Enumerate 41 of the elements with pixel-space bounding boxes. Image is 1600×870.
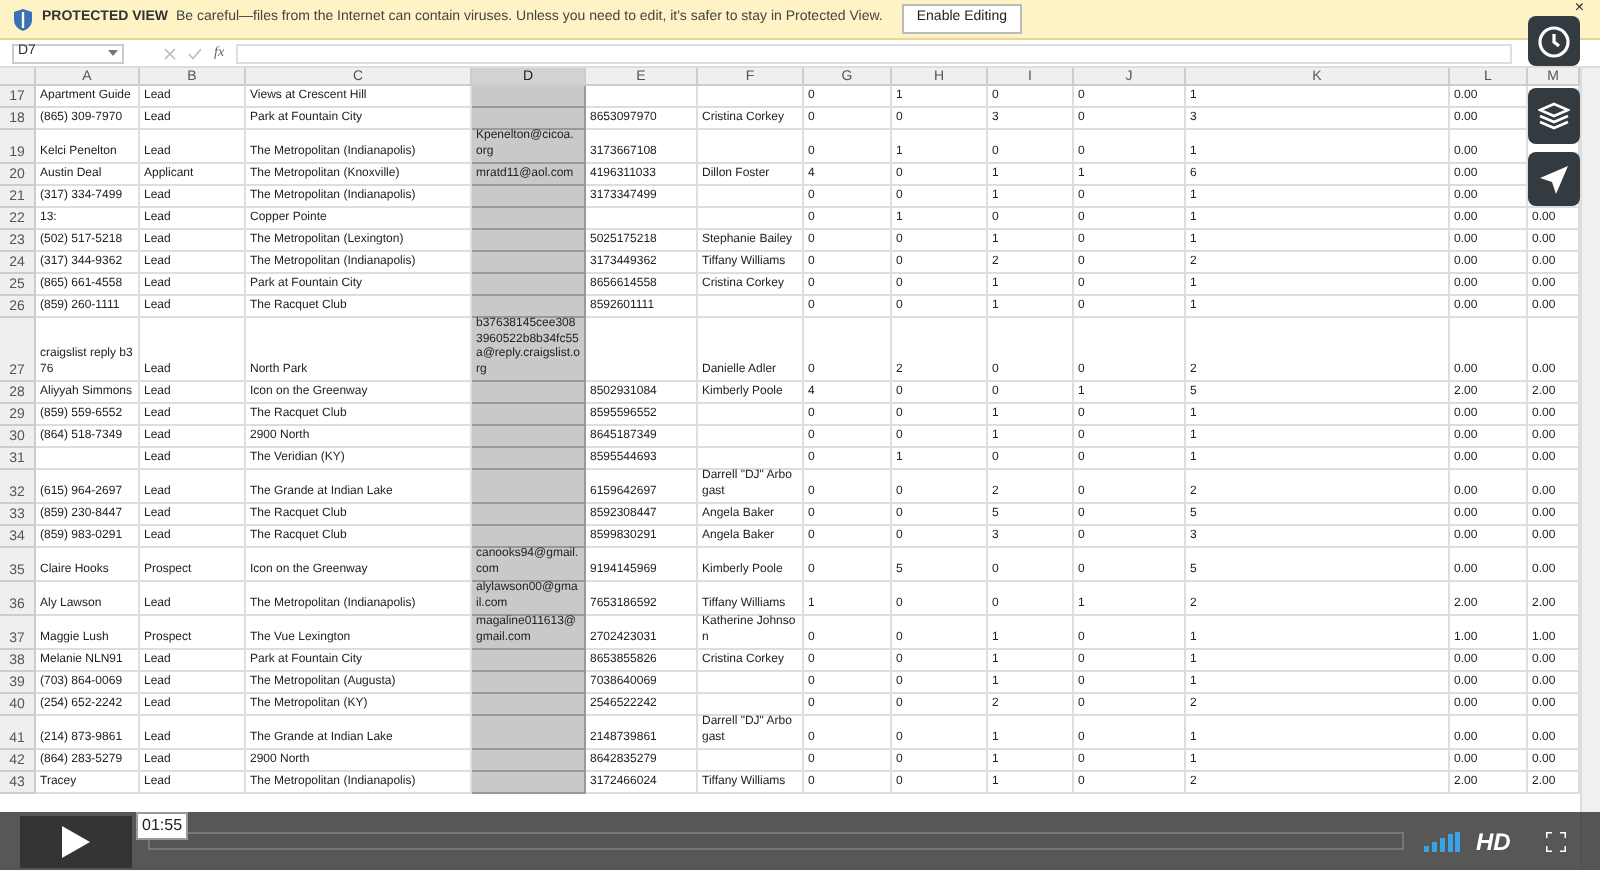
table-cell[interactable]	[472, 382, 586, 404]
time-tooltip: 01:55	[136, 812, 189, 840]
progress-track[interactable]	[148, 832, 1404, 850]
table-cell[interactable]	[472, 772, 586, 794]
caret-icon	[108, 50, 118, 56]
table-cell[interactable]	[472, 252, 586, 274]
table-cell[interactable]	[472, 426, 586, 448]
check-icon[interactable]	[188, 47, 202, 59]
table-cell[interactable]	[472, 274, 586, 296]
table-cell[interactable]	[472, 208, 586, 230]
close-button[interactable]: ×	[1574, 0, 1584, 14]
table-cell[interactable]	[472, 404, 586, 426]
table-cell[interactable]	[472, 230, 586, 252]
table-cell[interactable]	[472, 750, 586, 772]
hd-toggle[interactable]: HD	[1476, 823, 1511, 859]
table-cell[interactable]	[472, 672, 586, 694]
select-all-corner[interactable]	[0, 68, 36, 86]
table-cell[interactable]	[472, 296, 586, 318]
table-cell[interactable]	[472, 448, 586, 470]
paper-plane-icon	[1538, 163, 1570, 195]
fullscreen-icon[interactable]	[1546, 831, 1567, 851]
table-cell[interactable]	[472, 186, 586, 208]
table-cell[interactable]	[472, 694, 586, 716]
shield-icon	[12, 7, 34, 31]
table-cell[interactable]	[472, 470, 586, 504]
send-button[interactable]	[1528, 152, 1580, 206]
cancel-icon[interactable]	[164, 47, 176, 59]
table-cell[interactable]	[472, 716, 586, 750]
table-cell[interactable]	[472, 86, 586, 108]
play-button[interactable]	[20, 815, 132, 867]
play-icon	[62, 825, 90, 857]
table-cell[interactable]	[472, 526, 586, 548]
clock-button[interactable]	[1528, 16, 1580, 66]
table-cell[interactable]	[472, 504, 586, 526]
layers-button[interactable]	[1528, 88, 1580, 144]
formula-input-field[interactable]	[236, 43, 1512, 63]
layers-icon	[1538, 102, 1570, 130]
table-cell[interactable]	[472, 650, 586, 672]
volume-icon[interactable]	[1424, 831, 1460, 851]
table-cell[interactable]	[472, 108, 586, 130]
clock-icon	[1538, 25, 1570, 57]
